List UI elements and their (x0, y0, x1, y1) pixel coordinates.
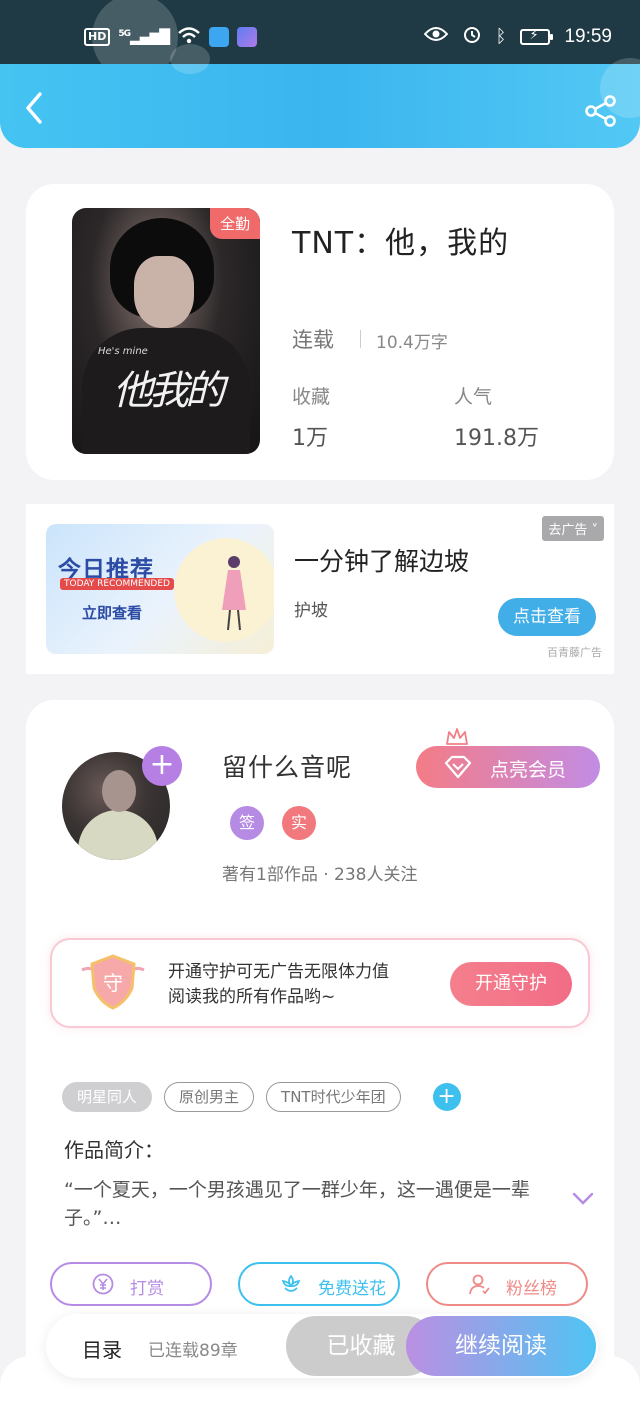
guard-promo[interactable]: 守 开通守护可无广告无限体力值 阅读我的所有作品哟~ 开通守护 (50, 938, 590, 1028)
crown-icon (446, 728, 468, 745)
book-title: TNT：他，我的 (292, 226, 510, 261)
add-tag-button[interactable]: + (432, 1083, 461, 1111)
ad-title: 一分钟了解边坡 (294, 547, 470, 576)
catalog-button[interactable]: 目录 (82, 1334, 122, 1363)
divider (360, 330, 361, 348)
guard-text-line2: 阅读我的所有作品哟~ (168, 987, 336, 1007)
continue-reading-button[interactable]: 继续阅读 (406, 1316, 596, 1376)
tag-list: 明星同人 原创男主 TNT时代少年团 + (62, 1082, 461, 1112)
reward-button[interactable]: 打赏 (50, 1262, 212, 1306)
reward-label: 打赏 (130, 1279, 164, 1299)
tag-item[interactable]: TNT时代少年团 (266, 1082, 401, 1112)
author-name: 留什么音呢 (222, 753, 353, 782)
cover-subtitle: He's mine (98, 346, 148, 357)
fans-user-icon (469, 1274, 490, 1295)
guard-text: 开通守护可无广告无限体力值 阅读我的所有作品哟~ (168, 960, 389, 1010)
ad-image[interactable]: 今日推荐 TODAY RECOMMENDED 立即查看 (46, 524, 274, 654)
chapter-count: 已连载89章 (148, 1341, 238, 1361)
fans-rank-button[interactable]: 粉丝榜 (426, 1262, 588, 1306)
eye-icon (423, 26, 448, 47)
author-card: + 留什么音呢 签 实 著有1部作品 · 238人关注 点亮会员 守 开通守护可… (26, 700, 614, 1400)
intro-text: “一个夏天，一个男孩遇见了一群少年，这一遇便是一辈子。”… (64, 1179, 530, 1229)
open-guard-button[interactable]: 开通守护 (450, 962, 572, 1006)
status-bar: HD 5G▂▄▆█ ᛒ ⚡ 19:59 (0, 0, 640, 80)
svg-text:守: 守 (103, 971, 123, 995)
guard-shield-icon: 守 (81, 954, 145, 1010)
flower-icon (281, 1274, 301, 1292)
status-left: HD 5G▂▄▆█ (84, 26, 258, 48)
vip-button-label: 点亮会员 (490, 759, 567, 781)
author-stats: 著有1部作品 · 238人关注 (222, 865, 418, 885)
follow-button[interactable]: + (142, 746, 182, 786)
tag-item[interactable]: 明星同人 (62, 1082, 153, 1112)
app-notification-icon (209, 27, 230, 47)
ad-view-button[interactable]: 点击查看 (498, 598, 596, 636)
back-button[interactable] (20, 90, 50, 126)
share-icon[interactable] (584, 94, 618, 128)
collect-label: 收藏 (292, 386, 331, 408)
music-app-icon (237, 27, 258, 47)
popularity-label: 人气 (454, 386, 493, 408)
battery-icon: ⚡ (520, 28, 554, 45)
diamond-icon (444, 755, 472, 779)
free-flower-button[interactable]: 免费送花 (238, 1262, 400, 1306)
fans-rank-label: 粉丝榜 (506, 1279, 557, 1299)
signed-badge: 签 (230, 806, 264, 840)
popularity-value: 191.8万 (454, 426, 539, 451)
vip-button[interactable]: 点亮会员 (416, 746, 600, 788)
cover-face (134, 256, 194, 328)
signal-icon: 5G▂▄▆█ (118, 28, 170, 46)
header (0, 44, 640, 148)
ad-subtitle: 护坡 (294, 601, 328, 621)
cover-title: 他我的 (113, 368, 225, 414)
verified-badge: 实 (282, 806, 316, 840)
avatar-head (102, 770, 136, 812)
tag-item[interactable]: 原创男主 (164, 1082, 255, 1112)
word-count: 10.4万字 (376, 333, 448, 353)
chevron-down-icon[interactable] (572, 1192, 594, 1206)
hd-icon: HD (84, 28, 111, 46)
book-status: 连载 (292, 328, 334, 352)
yuan-coin-icon (92, 1273, 114, 1295)
bottom-bar: 目录 已连载89章 已收藏 继续阅读 (46, 1314, 598, 1378)
book-cover[interactable]: He's mine 他我的 全勤 (72, 208, 260, 454)
book-info-card: He's mine 他我的 全勤 TNT：他，我的 连载 10.4万字 收藏 1… (26, 184, 614, 480)
ad-banner[interactable]: 今日推荐 TODAY RECOMMENDED 立即查看 一分钟了解边坡 护坡 去… (26, 504, 614, 674)
status-time: 19:59 (564, 25, 612, 47)
intro-label: 作品简介： (64, 1138, 164, 1162)
ad-source: 百青藤广告 (547, 646, 602, 659)
status-right: ᛒ ⚡ 19:59 (423, 24, 612, 49)
alarm-icon (462, 24, 482, 49)
ad-image-cta: 立即查看 (82, 604, 143, 622)
collect-value: 1万 (292, 426, 328, 451)
guard-text-line1: 开通守护可无广告无限体力值 (168, 962, 389, 982)
bluetooth-icon: ᛒ (495, 26, 507, 47)
avatar-shirt (78, 810, 158, 860)
free-flower-label: 免费送花 (318, 1279, 386, 1299)
remove-ad-button[interactable]: 去广告 ˅ (542, 516, 604, 541)
ad-girl-illustration (222, 556, 246, 631)
full-attendance-badge: 全勤 (209, 208, 260, 239)
ad-image-english: TODAY RECOMMENDED (60, 578, 174, 590)
